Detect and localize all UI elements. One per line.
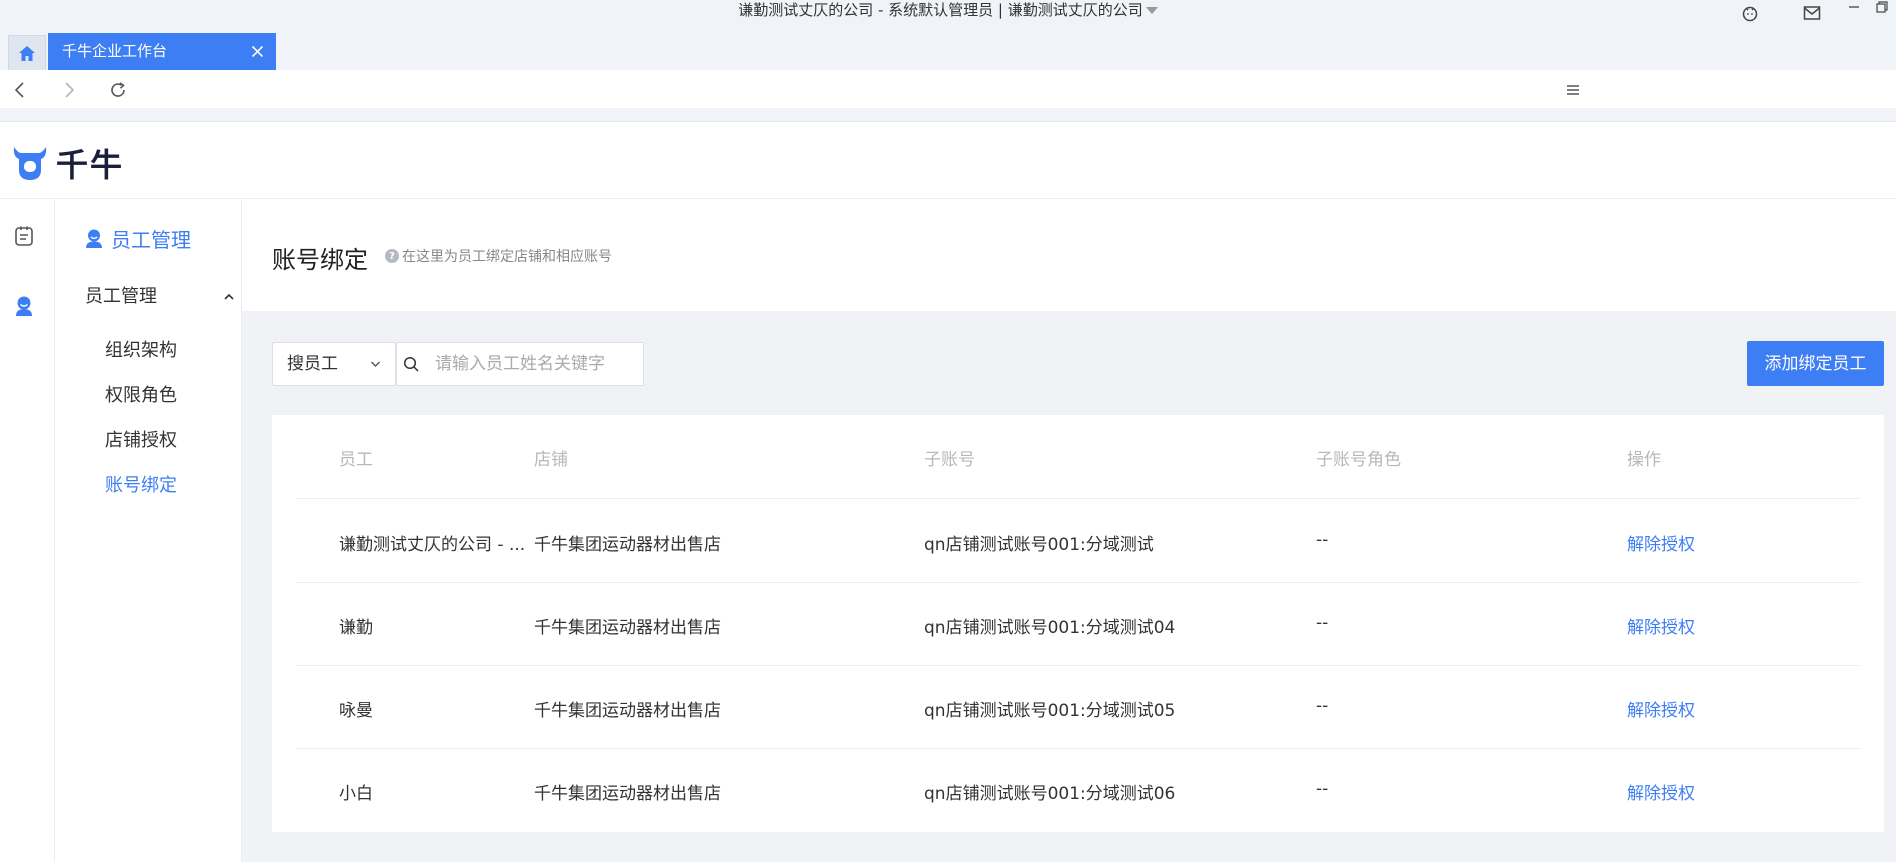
side-menu-title: 员工管理	[85, 224, 191, 253]
user-icon	[85, 228, 103, 249]
restore-icon[interactable]	[1870, 0, 1894, 18]
cell-employee: 咏曼	[339, 701, 373, 721]
cell-subaccount: qn店铺测试账号001:分域测试06	[924, 784, 1176, 804]
cell-employee: 谦勤测试丈仄的公司 - ...	[339, 535, 524, 555]
column-header-action: 操作	[1627, 450, 1661, 470]
cell-role: --	[1316, 779, 1329, 799]
side-menu-group[interactable]: 员工管理	[85, 282, 235, 308]
close-icon[interactable]	[251, 33, 264, 70]
cell-employee: 谦勤	[339, 618, 373, 638]
forward-icon[interactable]	[58, 79, 80, 101]
tab-strip: 千牛企业工作台	[0, 28, 1896, 70]
revoke-authorization-link[interactable]: 解除授权	[1627, 613, 1695, 638]
logo[interactable]: 千牛	[12, 140, 124, 186]
column-header-subaccount: 子账号	[924, 450, 975, 470]
search-type-value: 搜员工	[287, 354, 338, 374]
cell-role: --	[1316, 696, 1329, 716]
table-row: 小白 千牛集团运动器材出售店 qn店铺测试账号001:分域测试06 -- 解除授…	[296, 749, 1860, 832]
nav-separator	[0, 108, 1896, 122]
rail-item-staff[interactable]	[12, 294, 36, 318]
search-input[interactable]	[435, 343, 635, 385]
column-header-role: 子账号角色	[1316, 450, 1401, 470]
cell-role: --	[1316, 530, 1329, 550]
nav-bar	[0, 70, 1896, 108]
home-icon	[19, 45, 35, 61]
qianniu-logo-icon	[13, 147, 47, 180]
main-content: 账号绑定 ? 在这里为员工绑定店铺和相应账号 搜员工 添加绑定员工 员工 店铺 …	[242, 200, 1896, 862]
title-dropdown-icon[interactable]	[1145, 7, 1158, 14]
app-header: 千牛	[0, 123, 1896, 199]
page-title: 账号绑定	[272, 246, 368, 274]
chevron-up-icon[interactable]	[223, 286, 235, 307]
column-header-employee: 员工	[339, 450, 373, 470]
sidebar-item-account-binding[interactable]: 账号绑定	[105, 471, 177, 497]
search-box	[396, 342, 644, 386]
page-hint-text: 在这里为员工绑定店铺和相应账号	[402, 249, 612, 265]
clipboard-icon	[15, 226, 33, 246]
robot-icon[interactable]	[1738, 2, 1762, 24]
revoke-authorization-link[interactable]: 解除授权	[1627, 530, 1695, 555]
home-tab[interactable]	[8, 35, 46, 70]
chevron-down-icon	[370, 343, 381, 385]
question-icon[interactable]: ?	[385, 249, 399, 263]
back-icon[interactable]	[9, 79, 31, 101]
cell-subaccount: qn店铺测试账号001:分域测试04	[924, 618, 1176, 638]
minimize-icon[interactable]	[1842, 0, 1866, 18]
search-icon	[403, 356, 420, 373]
tab-workbench[interactable]: 千牛企业工作台	[48, 33, 276, 70]
side-menu-group-label: 员工管理	[85, 286, 157, 307]
table-row: 谦勤 千牛集团运动器材出售店 qn店铺测试账号001:分域测试04 -- 解除授…	[296, 583, 1860, 666]
page-hint: ? 在这里为员工绑定店铺和相应账号	[385, 246, 612, 266]
cell-shop: 千牛集团运动器材出售店	[534, 784, 721, 804]
cell-shop: 千牛集团运动器材出售店	[534, 618, 721, 638]
table-row: 谦勤测试丈仄的公司 - ... 千牛集团运动器材出售店 qn店铺测试账号001:…	[296, 500, 1860, 583]
window-title[interactable]: 谦勤测试丈仄的公司 - 系统默认管理员 | 谦勤测试丈仄的公司	[0, 0, 1896, 20]
sidebar-item-org-structure[interactable]: 组织架构	[105, 336, 177, 362]
add-binding-employee-button[interactable]: 添加绑定员工	[1747, 341, 1884, 386]
page-header: 账号绑定 ? 在这里为员工绑定店铺和相应账号	[242, 200, 1896, 311]
window-title-text: 谦勤测试丈仄的公司 - 系统默认管理员 | 谦勤测试丈仄的公司	[738, 1, 1143, 19]
revoke-authorization-link[interactable]: 解除授权	[1627, 696, 1695, 721]
side-menu-title-text: 员工管理	[111, 228, 191, 252]
logo-text: 千牛	[56, 146, 125, 184]
revoke-authorization-link[interactable]: 解除授权	[1627, 779, 1695, 804]
refresh-icon[interactable]	[107, 79, 129, 101]
mail-icon[interactable]	[1800, 2, 1824, 24]
cell-shop: 千牛集团运动器材出售店	[534, 701, 721, 721]
user-icon	[16, 296, 32, 316]
cell-shop: 千牛集团运动器材出售店	[534, 535, 721, 555]
sidebar-item-shop-authorization[interactable]: 店铺授权	[105, 426, 177, 452]
sidebar-item-permission-roles[interactable]: 权限角色	[105, 381, 177, 407]
cell-subaccount: qn店铺测试账号001:分域测试05	[924, 701, 1176, 721]
binding-table: 员工 店铺 子账号 子账号角色 操作 谦勤测试丈仄的公司 - ... 千牛集团运…	[272, 415, 1884, 832]
side-menu: 员工管理 员工管理 组织架构 权限角色 店铺授权 账号绑定	[55, 200, 242, 862]
table-header: 员工 店铺 子账号 子账号角色 操作	[296, 415, 1860, 499]
column-header-shop: 店铺	[534, 450, 568, 470]
icon-rail	[0, 200, 55, 862]
window-title-bar: 谦勤测试丈仄的公司 - 系统默认管理员 | 谦勤测试丈仄的公司	[0, 0, 1896, 28]
tab-workbench-label: 千牛企业工作台	[62, 42, 168, 60]
cell-subaccount: qn店铺测试账号001:分域测试	[924, 535, 1154, 555]
search-type-select[interactable]: 搜员工	[272, 342, 396, 386]
cell-role: --	[1316, 613, 1329, 633]
menu-icon[interactable]	[1562, 79, 1584, 101]
table-row: 咏曼 千牛集团运动器材出售店 qn店铺测试账号001:分域测试05 -- 解除授…	[296, 666, 1860, 749]
rail-item-clipboard[interactable]	[12, 224, 36, 248]
cell-employee: 小白	[339, 784, 373, 804]
